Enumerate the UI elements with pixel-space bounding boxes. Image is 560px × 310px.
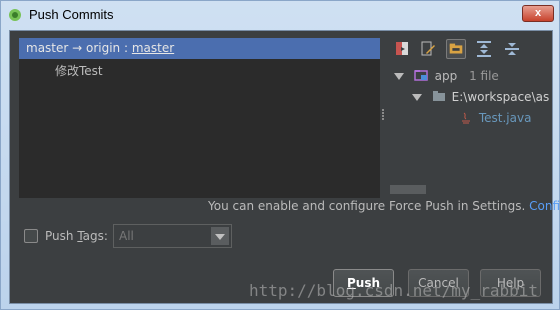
branch-mapping: master → origin : xyxy=(26,41,132,55)
changes-toolbar xyxy=(390,39,526,63)
android-studio-icon xyxy=(9,9,21,21)
tree-node-file[interactable]: Test.java xyxy=(460,109,531,127)
file-count: 1 file xyxy=(469,69,499,83)
dropdown-arrow-icon[interactable] xyxy=(211,227,229,245)
dialog-content: master → origin : master 修改Test app 1 fi… xyxy=(9,30,560,304)
force-push-text: You can enable and configure Force Push … xyxy=(208,199,526,213)
push-tags-label: Push Tags: xyxy=(45,229,108,243)
folder-path: E:\workspace\as xyxy=(451,90,550,104)
changed-files-tree: app 1 file E:\workspace\as Test.java xyxy=(390,67,549,197)
push-tags-checkbox[interactable] xyxy=(24,229,38,243)
collapse-all-icon[interactable] xyxy=(502,39,522,59)
branch-header-row[interactable]: master → origin : master xyxy=(19,38,380,59)
close-icon: x xyxy=(534,7,542,19)
tree-node-folder[interactable]: E:\workspace\as xyxy=(412,88,549,106)
configure-link[interactable]: Configure xyxy=(529,199,560,213)
expand-arrow-icon[interactable] xyxy=(412,94,422,101)
watermark-text: http://blog.csdn.net/my_rabbit xyxy=(249,281,538,300)
window-title: Push Commits xyxy=(29,7,114,22)
expand-arrow-icon[interactable] xyxy=(394,73,404,80)
close-button[interactable]: x xyxy=(522,5,554,22)
tree-node-app[interactable]: app 1 file xyxy=(394,67,499,85)
panel-splitter[interactable] xyxy=(382,109,385,123)
show-diff-icon[interactable] xyxy=(392,39,412,59)
target-branch-link[interactable]: master xyxy=(132,41,174,55)
push-tags-select[interactable]: All xyxy=(113,224,232,248)
java-file-icon xyxy=(462,112,470,124)
push-commits-dialog: Push Commits x master → origin : master … xyxy=(0,0,560,310)
commits-panel: master → origin : master 修改Test xyxy=(19,38,380,198)
commit-item[interactable]: 修改Test xyxy=(55,62,103,79)
force-push-message: You can enable and configure Force Push … xyxy=(208,199,560,213)
module-name: app xyxy=(434,69,458,83)
expand-all-icon[interactable] xyxy=(474,39,494,59)
title-bar: Push Commits x xyxy=(1,1,559,29)
horizontal-scrollbar[interactable] xyxy=(390,185,426,194)
push-tags-value: All xyxy=(119,229,134,243)
module-folder-icon xyxy=(414,70,428,81)
folder-icon xyxy=(432,91,445,101)
file-name: Test.java xyxy=(478,111,532,125)
edit-source-icon[interactable] xyxy=(418,39,438,59)
group-by-module-icon[interactable] xyxy=(446,39,466,59)
